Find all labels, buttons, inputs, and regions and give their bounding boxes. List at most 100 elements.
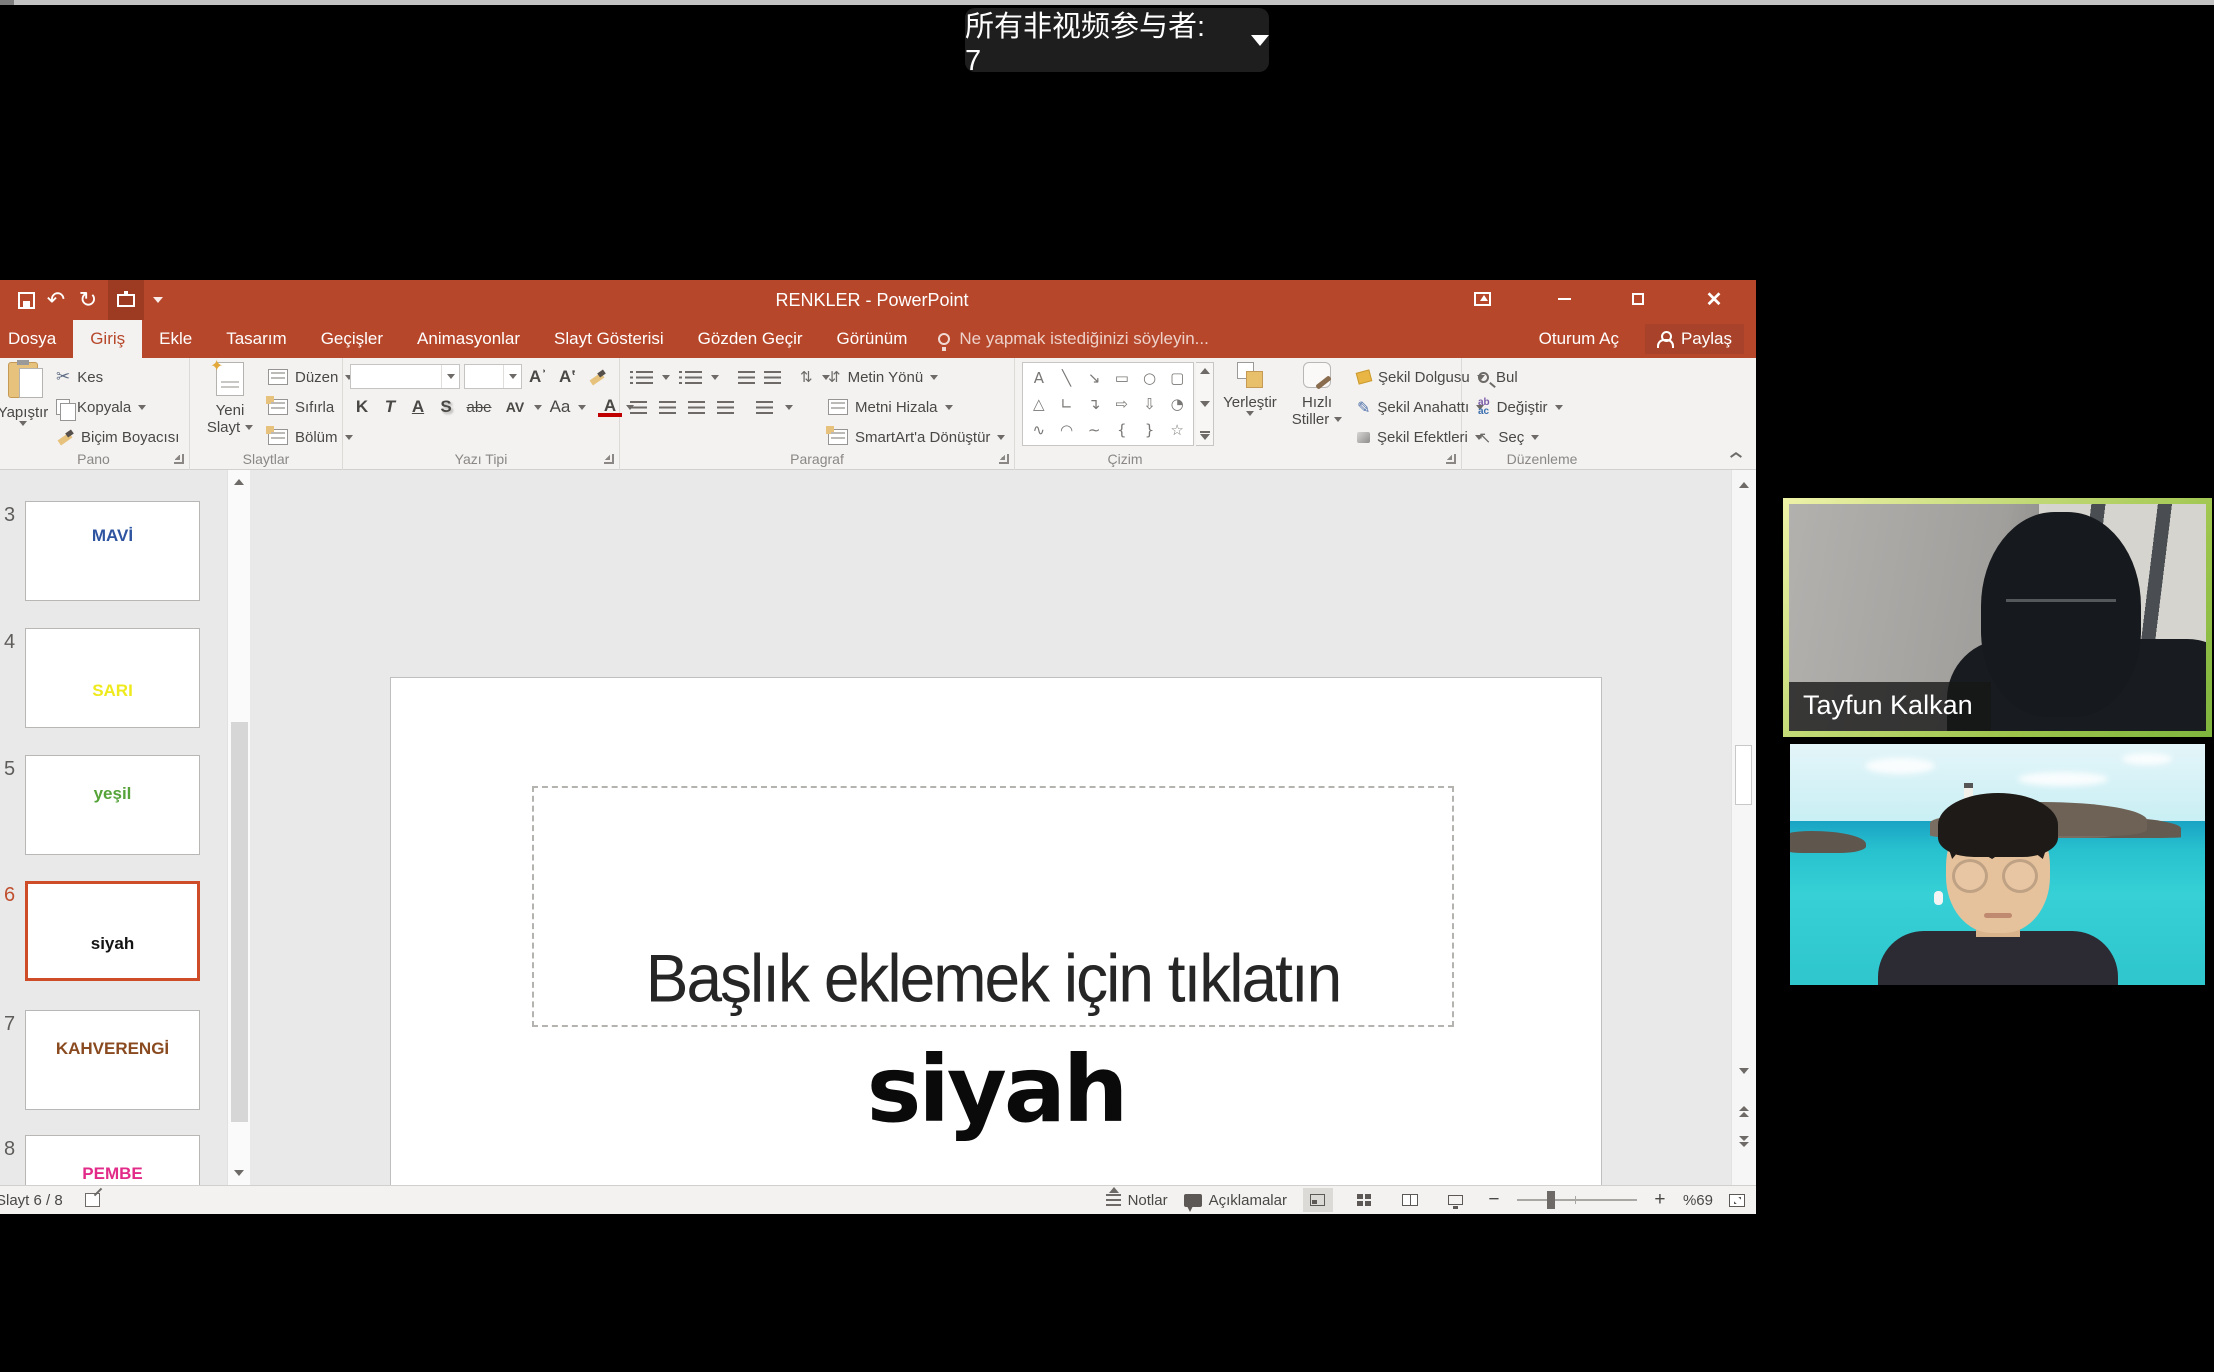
tab-gozden-gecir[interactable]: Gözden Geçir [681, 320, 820, 358]
align-right-icon[interactable] [688, 401, 705, 414]
align-left-icon[interactable] [630, 401, 647, 414]
format-painter-button[interactable]: Biçim Boyacısı [56, 424, 179, 450]
tab-giris[interactable]: Giriş [73, 320, 142, 358]
scribble-icon[interactable]: ∿ [1033, 423, 1046, 438]
slide-sorter-view-button[interactable] [1349, 1188, 1379, 1212]
notes-toggle[interactable]: Notlar [1106, 1192, 1168, 1209]
save-button[interactable] [10, 280, 42, 320]
comments-toggle[interactable]: Açıklamalar [1184, 1192, 1287, 1209]
line-icon[interactable]: ╲ [1062, 371, 1071, 386]
arrow-icon[interactable]: ↘ [1088, 371, 1101, 386]
scrollbar-thumb[interactable] [231, 722, 248, 1122]
close-button[interactable]: ✕ [1688, 280, 1740, 318]
text-shadow-button[interactable]: S [434, 397, 458, 417]
scroll-down-icon[interactable] [1200, 401, 1210, 407]
underline-button[interactable]: A [406, 397, 430, 417]
reset-button[interactable]: Sıfırla [268, 394, 334, 420]
slide-title-text[interactable]: siyah [391, 1036, 1601, 1143]
dialog-launcher[interactable] [999, 454, 1009, 464]
bullets-icon[interactable] [636, 371, 653, 384]
title-placeholder[interactable]: Başlık eklemek için tıklatın [532, 786, 1454, 1027]
editor-scrollbar[interactable] [1731, 470, 1756, 1185]
left-brace-icon[interactable]: { [1117, 423, 1127, 438]
redo-button[interactable]: ↻ [72, 280, 104, 320]
paste-button[interactable]: Yapıştır [0, 362, 54, 426]
font-size-combo[interactable] [464, 364, 522, 389]
increase-font-size-button[interactable]: Aʾ [529, 367, 547, 387]
elbow-connector-icon[interactable]: ∟ [1060, 397, 1073, 412]
line-spacing-icon[interactable]: ⇅ [800, 368, 813, 386]
zoom-slider[interactable] [1517, 1199, 1637, 1201]
slide-thumbnail-6-selected[interactable]: siyah [25, 881, 200, 981]
star-icon[interactable]: ☆ [1170, 423, 1183, 438]
scroll-up-icon[interactable] [234, 479, 244, 485]
zoom-slider-handle[interactable] [1547, 1191, 1555, 1209]
section-button[interactable]: Bölüm [268, 424, 353, 450]
tab-dosya[interactable]: Dosya [0, 320, 73, 358]
share-button[interactable]: Paylaş [1645, 324, 1744, 354]
italic-button[interactable]: T [378, 397, 402, 417]
minimize-button[interactable] [1538, 280, 1590, 318]
find-button[interactable]: Bul [1478, 364, 1518, 390]
tab-gecisler[interactable]: Geçişler [304, 320, 400, 358]
ribbon-display-options-button[interactable] [1456, 280, 1508, 318]
previous-slide-button[interactable] [1739, 1106, 1749, 1117]
participant-video-2[interactable] [1790, 744, 2205, 985]
character-spacing-button[interactable]: AV [500, 399, 530, 415]
shapes-gallery[interactable]: A╲↘▭○▢△∟↴⇨⇩◔∿◠∼{}☆ [1022, 362, 1194, 446]
fit-slide-to-window-button[interactable] [1729, 1194, 1745, 1207]
arc-icon[interactable]: ◠ [1060, 423, 1073, 438]
decrease-font-size-button[interactable]: Aʽ [559, 367, 576, 387]
clear-formatting-icon[interactable] [588, 369, 606, 385]
font-name-combo[interactable] [350, 364, 460, 389]
tab-animasyonlar[interactable]: Animasyonlar [400, 320, 537, 358]
layout-button[interactable]: Düzen [268, 364, 353, 390]
quick-access-customize-button[interactable] [146, 280, 170, 320]
down-arrow-icon[interactable]: ⇩ [1143, 397, 1156, 412]
freeform-icon[interactable]: ◔ [1171, 397, 1184, 412]
rounded-rectangle-icon[interactable]: ▢ [1170, 371, 1184, 386]
scrollbar-thumb[interactable] [1735, 745, 1752, 805]
slideshow-view-button[interactable] [1441, 1188, 1471, 1212]
scroll-down-icon[interactable] [1739, 1068, 1749, 1074]
numbering-icon[interactable] [685, 371, 702, 384]
undo-button[interactable]: ↶ [40, 280, 72, 320]
quick-styles-button[interactable]: Hızlı Stiller [1285, 362, 1349, 428]
participant-video-tayfun[interactable]: Tayfun Kalkan [1789, 504, 2206, 731]
scroll-down-icon[interactable] [234, 1170, 244, 1176]
strikethrough-button[interactable]: abe [462, 399, 496, 416]
tell-me-search[interactable]: Ne yapmak istediğinizi söyleyin... [924, 320, 1222, 358]
select-button[interactable]: ↖ Seç [1478, 424, 1539, 450]
normal-view-button[interactable] [1303, 1188, 1333, 1212]
zoom-in-button[interactable]: + [1653, 1189, 1667, 1211]
justify-icon[interactable] [717, 401, 734, 414]
slide-thumbnail-3[interactable]: MAVİ [25, 501, 200, 601]
text-direction-button[interactable]: ⇵ Metin Yönü [828, 364, 938, 390]
slide-thumbnail-8[interactable]: PEMBE [25, 1135, 200, 1185]
new-slide-button[interactable]: Yeni Slayt [198, 362, 262, 436]
scroll-up-icon[interactable] [1200, 368, 1210, 374]
tab-ekle[interactable]: Ekle [142, 320, 209, 358]
elbow-arrow-connector-icon[interactable]: ↴ [1088, 397, 1101, 412]
right-brace-icon[interactable]: } [1145, 423, 1155, 438]
right-arrow-icon[interactable]: ⇨ [1116, 397, 1129, 412]
slide-thumbnail-5[interactable]: yeşil [25, 755, 200, 855]
dialog-launcher[interactable] [1446, 454, 1456, 464]
decrease-indent-icon[interactable] [738, 371, 755, 384]
slide-canvas[interactable]: Başlık eklemek için tıklatın siyah [390, 677, 1602, 1214]
dialog-launcher[interactable] [604, 454, 614, 464]
sign-in-button[interactable]: Oturum Aç [1539, 329, 1619, 349]
arrange-button[interactable]: Yerleştir [1219, 362, 1281, 416]
tab-gorunum[interactable]: Görünüm [820, 320, 925, 358]
increase-indent-icon[interactable] [764, 371, 781, 384]
scroll-up-icon[interactable] [1739, 482, 1749, 488]
oval-icon[interactable]: ○ [1143, 371, 1156, 386]
change-case-button[interactable]: Aa [546, 397, 574, 417]
replace-button[interactable]: ab ac Değiştir [1478, 394, 1563, 420]
text-box-icon[interactable]: A [1034, 371, 1044, 386]
curve-icon[interactable]: ∼ [1088, 423, 1101, 438]
slide-thumbnail-4[interactable]: SARI [25, 628, 200, 728]
gallery-more-icon[interactable] [1200, 434, 1210, 440]
collapse-ribbon-button[interactable] [1730, 448, 1744, 458]
columns-icon[interactable] [756, 401, 773, 414]
